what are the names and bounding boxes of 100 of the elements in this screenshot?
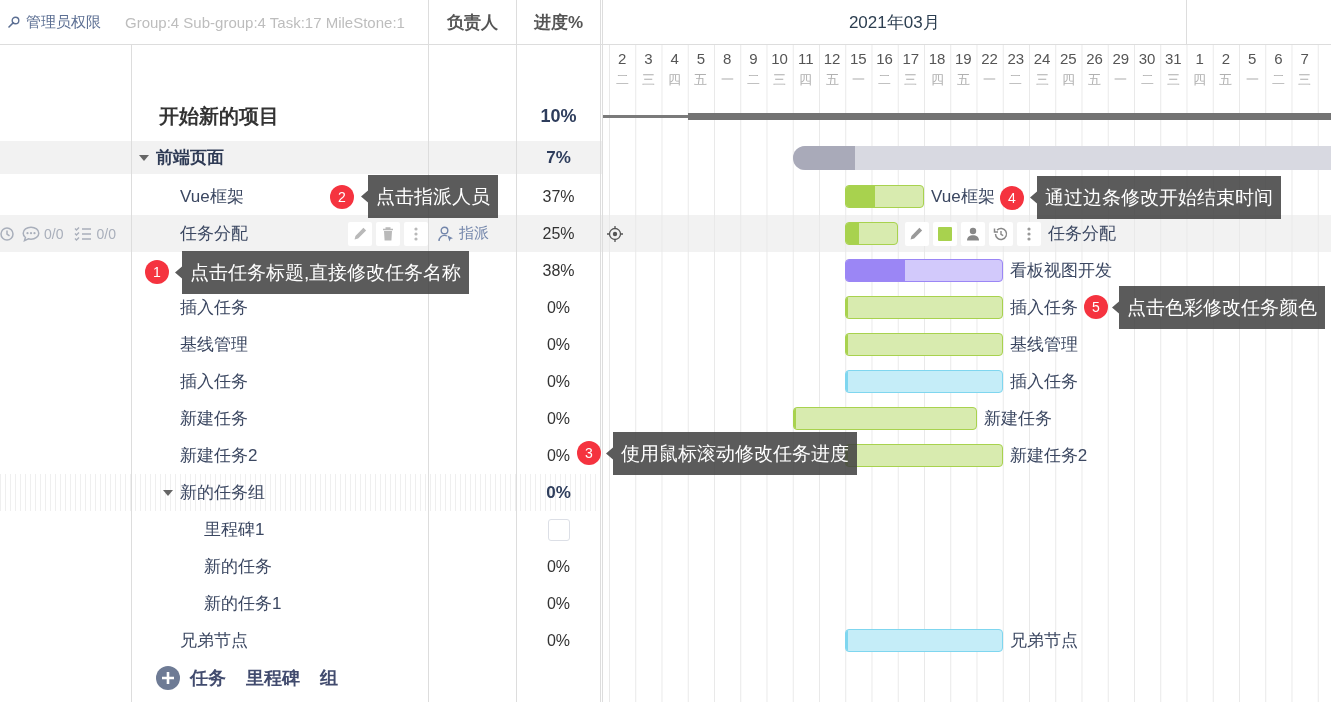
edit-button[interactable] <box>348 221 372 246</box>
weekday-label: 五 <box>1088 71 1102 89</box>
step-badge: 4 <box>1000 186 1024 210</box>
progress-value: 0% <box>546 409 571 428</box>
bar-label: 插入任务 <box>1009 297 1078 319</box>
person-icon <box>438 225 454 242</box>
project-bar[interactable] <box>687 112 1331 120</box>
weekday-label: 三 <box>1298 71 1312 89</box>
progress-value: 38% <box>542 261 575 280</box>
weekday-label: 二 <box>1271 71 1285 89</box>
assign-button[interactable] <box>960 221 985 246</box>
delete-button[interactable] <box>376 221 400 246</box>
search-icon <box>8 16 20 28</box>
history-icon <box>992 225 1009 242</box>
bar-label: 任务分配 <box>1047 223 1116 245</box>
guide-tooltip: 通过边条修改开始结束时间 <box>1030 176 1281 219</box>
day-number: 23 <box>1007 50 1025 68</box>
group-name[interactable]: 新的任务组 <box>180 481 265 504</box>
day-number: 2 <box>617 50 627 68</box>
bar-label: Vue框架 <box>931 186 995 208</box>
task-name[interactable]: 任务分配 <box>180 222 248 245</box>
progress-value: 0% <box>546 335 571 354</box>
caret-icon[interactable] <box>139 154 149 161</box>
add-item-button[interactable]: 里程碑 <box>246 666 300 690</box>
weekday-label: 二 <box>1140 71 1154 89</box>
progress-value: 0% <box>546 446 571 465</box>
weekday-label: 三 <box>904 71 918 89</box>
weekday-label: 三 <box>773 71 787 89</box>
day-number: 25 <box>1060 50 1077 68</box>
more-button[interactable] <box>1016 221 1041 246</box>
edit-button[interactable] <box>904 221 929 246</box>
day-number: 12 <box>823 50 841 68</box>
weekday-label: 四 <box>1193 71 1207 89</box>
weekday-label: 二 <box>878 71 892 89</box>
day-number: 5 <box>1247 50 1257 68</box>
guide-tooltip: 点击任务标题,直接修改任务名称 <box>175 251 470 294</box>
day-number: 10 <box>771 50 788 68</box>
bar-label: 看板视图开发 <box>1009 260 1112 282</box>
day-number: 18 <box>928 50 946 68</box>
bar-label: 基线管理 <box>1009 334 1078 356</box>
clock-icon[interactable] <box>0 226 14 241</box>
task-name[interactable]: 插入任务 <box>180 296 248 319</box>
weekday-label: 三 <box>1035 71 1049 89</box>
day-number: 19 <box>955 50 972 68</box>
weekday-label: 四 <box>930 71 944 89</box>
color-button[interactable] <box>932 221 957 246</box>
day-number: 5 <box>696 50 706 68</box>
group-bar[interactable] <box>792 145 1331 170</box>
day-number: 16 <box>876 50 893 68</box>
add-item-button[interactable]: 任务 <box>190 666 226 690</box>
checklist-icon[interactable] <box>74 225 93 242</box>
day-number: 2 <box>1221 50 1231 68</box>
weekday-label: 四 <box>668 71 682 89</box>
trash-icon <box>382 226 394 241</box>
project-name[interactable]: 开始新的项目 <box>159 102 279 130</box>
column-header: 进度% <box>533 11 584 34</box>
guide-tooltip: 点击指派人员 <box>361 175 498 218</box>
locate-icon[interactable] <box>607 225 623 242</box>
day-number: 15 <box>850 50 867 68</box>
weekday-label: 二 <box>746 71 760 89</box>
task-name[interactable]: 新建任务2 <box>180 444 258 467</box>
weekday-label: 二 <box>1009 71 1023 89</box>
day-number: 26 <box>1086 50 1103 68</box>
comment-count: 0/0 <box>44 225 64 242</box>
add-icon[interactable] <box>156 666 180 690</box>
more-button[interactable] <box>404 221 428 246</box>
day-number: 24 <box>1033 50 1051 68</box>
milestone-checkbox[interactable] <box>547 518 570 541</box>
caret-icon[interactable] <box>163 489 173 496</box>
task-name[interactable]: 新的任务1 <box>204 592 282 615</box>
task-name[interactable]: 基线管理 <box>180 333 248 356</box>
task-name[interactable]: 兄弟节点 <box>180 629 248 652</box>
progress-value: 0% <box>546 372 571 391</box>
history-button[interactable] <box>988 221 1013 246</box>
day-number: 8 <box>722 50 732 68</box>
weekday-label: 五 <box>694 71 708 89</box>
group-name[interactable]: 前端页面 <box>156 146 224 169</box>
task-name[interactable]: 新的任务 <box>204 555 272 578</box>
weekday-label: 三 <box>1166 71 1180 89</box>
step-badge: 1 <box>145 260 169 284</box>
progress-value: 10% <box>540 105 577 127</box>
task-name[interactable]: 新建任务 <box>180 407 248 430</box>
summary-text: Group:4 Sub-group:4 Task:17 MileStone:1 <box>125 13 405 31</box>
task-name[interactable]: 插入任务 <box>180 370 248 393</box>
bar-label: 新建任务 <box>983 408 1052 430</box>
day-number: 9 <box>749 50 758 68</box>
day-number: 29 <box>1112 50 1130 68</box>
bar-label: 新建任务2 <box>1009 445 1088 467</box>
milestone-name[interactable]: 里程碑1 <box>204 518 265 541</box>
task-name[interactable]: Vue框架 <box>180 185 244 208</box>
admin-permission-link[interactable]: 管理员权限 <box>8 12 101 32</box>
add-item-button[interactable]: 组 <box>320 666 338 690</box>
guide-tooltip: 使用鼠标滚动修改任务进度 <box>606 432 857 475</box>
weekday-label: 二 <box>615 71 629 89</box>
day-number: 7 <box>1300 50 1309 68</box>
weekday-label: 四 <box>1061 71 1075 89</box>
day-number: 6 <box>1274 50 1283 68</box>
day-number: 17 <box>902 50 920 68</box>
weekday-label: 五 <box>825 71 839 89</box>
comment-icon[interactable] <box>22 225 40 242</box>
